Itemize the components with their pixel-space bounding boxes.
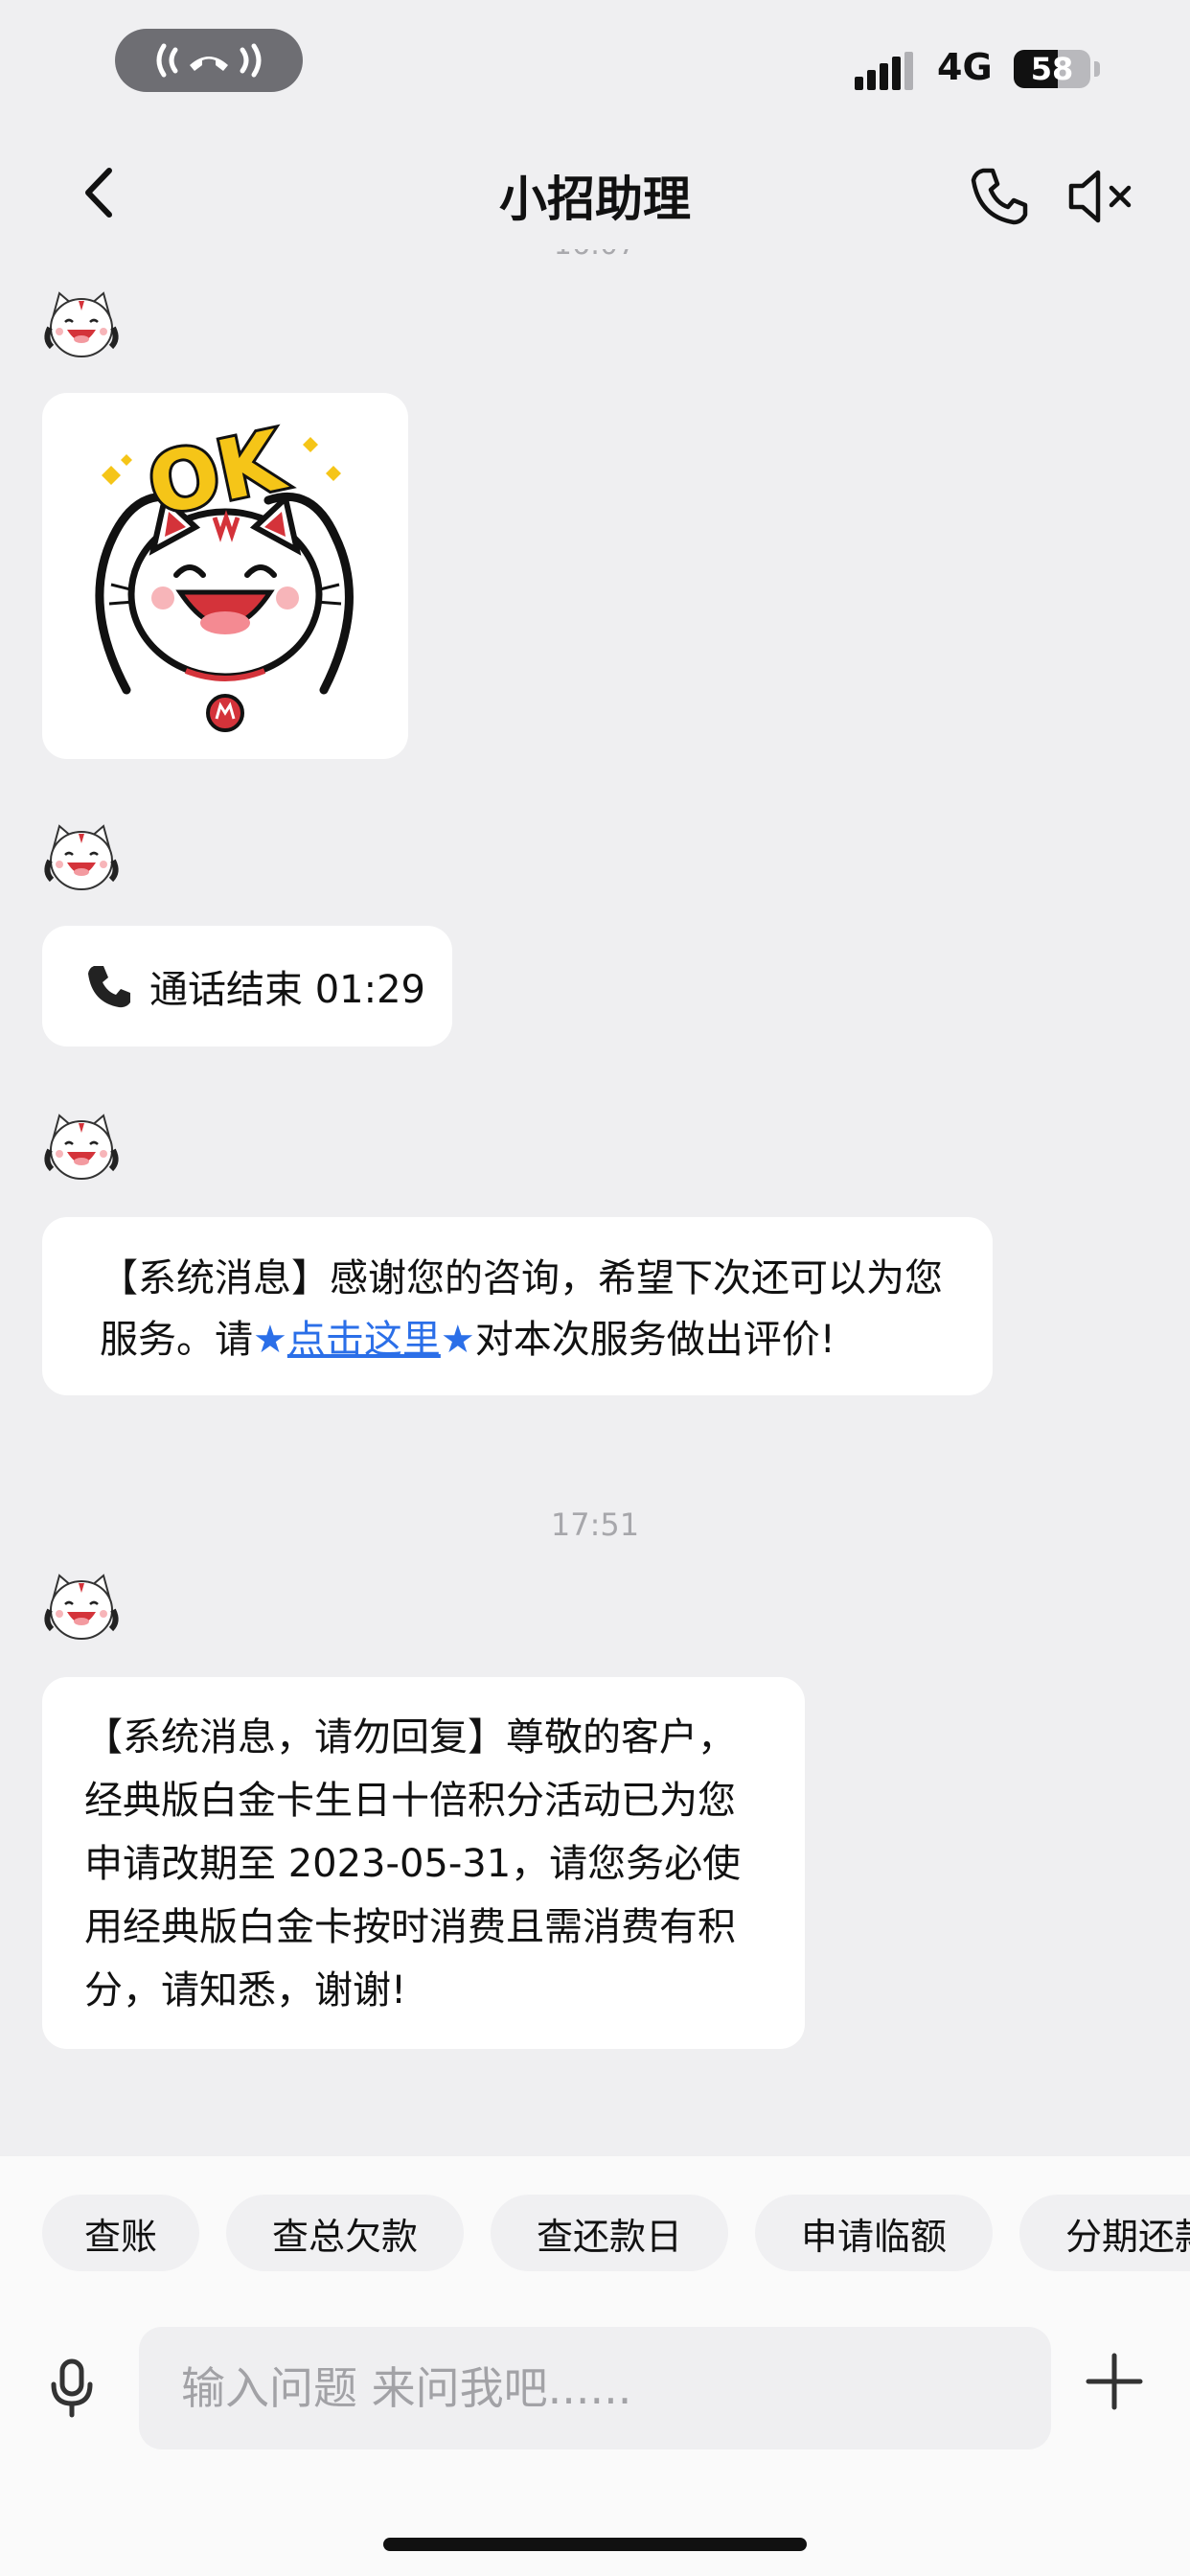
battery-percentage: 58 (1030, 51, 1074, 87)
phone-icon[interactable] (966, 163, 1033, 230)
notice-line: 分，请知悉，谢谢! (84, 1968, 407, 2012)
home-indicator (383, 2538, 807, 2551)
active-call-pill[interactable] (115, 29, 303, 92)
phone-call-icon (156, 43, 262, 78)
signal-bars-icon (855, 52, 913, 90)
system-message: 【系统消息】感谢您的咨询，希望下次还可以为您服务。请★点击这里★对本次服务做出评… (42, 1217, 993, 1395)
navigation-bar: 小招助理 (0, 134, 1190, 249)
network-type: 4G (937, 46, 993, 88)
notice-line: 【系统消息，请勿回复】尊敬的客户， (84, 1715, 736, 1760)
notice-line: 经典版白金卡生日十倍积分活动已为您 (84, 1779, 736, 1823)
notice-line: 申请改期至 2023-05-31，请您务必使 (84, 1842, 742, 1886)
quick-reply-chip[interactable]: 查账 (42, 2195, 199, 2271)
plus-icon[interactable] (1083, 2350, 1146, 2413)
microphone-icon[interactable] (40, 2356, 103, 2419)
status-bar: 4G 58 (0, 0, 1190, 134)
quick-reply-chip[interactable]: 查总欠款 (226, 2195, 464, 2271)
input-bar (0, 2292, 1190, 2576)
call-ended-text: 通话结束 01:29 (149, 968, 425, 1012)
chat-area[interactable]: 16:07 (0, 249, 1190, 2156)
ok-cat-sticker: OK (95, 409, 354, 732)
cat-assistant-avatar[interactable] (40, 818, 123, 901)
notice-line: 用经典版白金卡按时消费且需消费有积 (84, 1905, 736, 1949)
quick-reply-chip[interactable]: 查还款日 (491, 2195, 728, 2271)
timestamp-partial: 16:07 (0, 249, 1190, 262)
quick-reply-bar[interactable]: 查账 查总欠款 查还款日 申请临额 分期还款 (0, 2156, 1190, 2292)
speaker-muted-icon[interactable] (1065, 163, 1142, 230)
quick-reply-chip[interactable]: 申请临额 (755, 2195, 993, 2271)
cat-assistant-avatar[interactable] (40, 1108, 123, 1190)
quick-reply-chip[interactable]: 分期还款 (1019, 2195, 1190, 2271)
call-ended-message[interactable]: 通话结束 01:29 (42, 926, 452, 1046)
phone-icon (88, 966, 130, 1008)
cat-assistant-avatar[interactable] (40, 1568, 123, 1650)
star-icon: ★ (253, 1318, 287, 1362)
system-message-text-end: 对本次服务做出评价! (474, 1318, 835, 1362)
battery-cap (1094, 61, 1100, 77)
rate-service-link[interactable]: 点击这里 (287, 1318, 441, 1362)
sticker-message[interactable]: OK (42, 393, 408, 759)
timestamp: 17:51 (550, 1506, 640, 1543)
battery-icon: 58 (1014, 50, 1090, 88)
notice-message: 【系统消息，请勿回复】尊敬的客户， 经典版白金卡生日十倍积分活动已为您 申请改期… (42, 1677, 805, 2049)
star-icon: ★ (440, 1318, 475, 1362)
cat-assistant-avatar[interactable] (40, 286, 123, 368)
question-input[interactable] (139, 2327, 1051, 2450)
